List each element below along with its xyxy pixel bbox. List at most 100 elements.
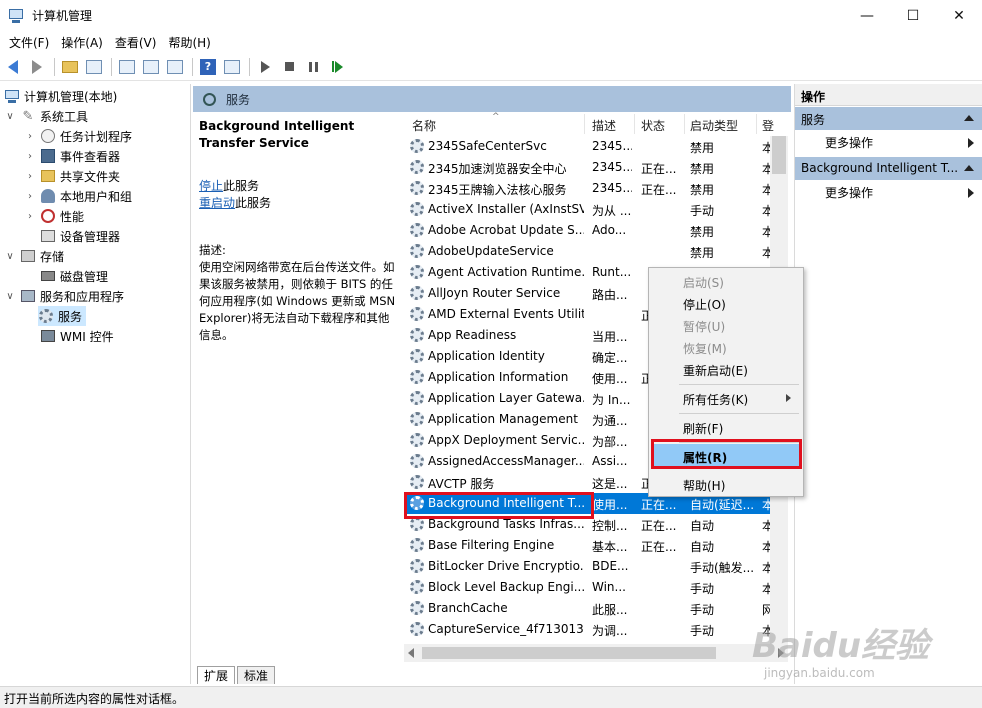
- tree-item-wmi-control[interactable]: WMI 控件: [40, 326, 114, 346]
- table-row[interactable]: AdobeUpdateService 禁用本: [404, 241, 774, 262]
- more-actions-label: 更多操作: [825, 186, 874, 200]
- export-list-button[interactable]: [164, 56, 186, 78]
- expand-chevron-icon[interactable]: ›: [24, 151, 36, 162]
- actions-pane: 操作 服务 更多操作 Background Intelligent T... 更…: [794, 84, 982, 684]
- column-divider[interactable]: [634, 114, 635, 134]
- tree-item-local-users-groups[interactable]: › 本地用户和组: [24, 186, 132, 206]
- tree-item-shared-folders[interactable]: › 共享文件夹: [24, 166, 120, 186]
- tree-item-system-tools[interactable]: ∨ ✎ 系统工具: [4, 106, 88, 126]
- menu-view[interactable]: 查看(V): [110, 32, 162, 53]
- vertical-scroll-thumb[interactable]: [772, 136, 786, 174]
- services-header: 服务: [193, 86, 791, 112]
- table-row[interactable]: Background Tasks Infras... 控制... 正在... 自动本: [404, 514, 774, 535]
- tree-item-computer-management[interactable]: 计算机管理(本地): [4, 86, 117, 106]
- column-divider[interactable]: [584, 114, 585, 134]
- table-row[interactable]: BitLocker Drive Encryptio... BDE... 手动(触发.…: [404, 556, 774, 577]
- table-row[interactable]: 2345加速浏览器安全中心 2345... 正在... 禁用本: [404, 157, 774, 178]
- more-actions-selected-service[interactable]: 更多操作: [795, 180, 982, 206]
- context-menu-refresh[interactable]: 刷新(F): [651, 416, 801, 438]
- column-header-description[interactable]: 描述: [592, 117, 616, 134]
- table-row[interactable]: CaptureService_4f713013 为调... 手动本: [404, 619, 774, 640]
- disk-icon: [40, 268, 56, 284]
- service-startup-type: 手动: [690, 582, 715, 596]
- context-menu-start[interactable]: 启动(S): [651, 270, 801, 292]
- gear-icon: [410, 433, 424, 447]
- actions-group-label: 服务: [801, 113, 826, 127]
- back-button[interactable]: [2, 56, 24, 78]
- expand-chevron-icon[interactable]: ›: [24, 171, 36, 182]
- table-row[interactable]: Base Filtering Engine 基本... 正在... 自动本: [404, 535, 774, 556]
- menu-action[interactable]: 操作(A): [56, 32, 108, 53]
- stop-service-button[interactable]: [278, 56, 300, 78]
- context-menu-resume[interactable]: 恢复(M): [651, 336, 801, 358]
- service-name: 2345SafeCenterSvc: [428, 139, 547, 153]
- service-name: Background Tasks Infras...: [428, 517, 584, 531]
- table-row[interactable]: 2345SafeCenterSvc 2345... 禁用本: [404, 136, 774, 157]
- column-header-status[interactable]: 状态: [641, 117, 665, 134]
- actions-group-services[interactable]: 服务: [795, 106, 982, 130]
- tree-item-label: 磁盘管理: [60, 269, 109, 284]
- menu-help[interactable]: 帮助(H): [163, 32, 215, 53]
- expand-chevron-icon[interactable]: ∨: [4, 111, 16, 122]
- pause-service-button[interactable]: [302, 56, 324, 78]
- help-toolbar-button[interactable]: ?: [197, 56, 219, 78]
- collapse-caret-icon[interactable]: [964, 165, 974, 171]
- tree-item-disk-management[interactable]: 磁盘管理: [40, 266, 108, 286]
- tree-item-task-scheduler[interactable]: › 任务计划程序: [24, 126, 132, 146]
- table-row[interactable]: 2345王牌输入法核心服务 2345... 正在... 禁用本: [404, 178, 774, 199]
- tab-standard[interactable]: 标准: [237, 666, 276, 684]
- show-hide-tree-button[interactable]: [83, 56, 105, 78]
- tree-item-label: 本地用户和组: [60, 189, 133, 204]
- column-header-logon[interactable]: 登: [762, 117, 774, 134]
- restart-service-link[interactable]: 重启动: [199, 196, 235, 210]
- expand-chevron-icon[interactable]: ∨: [4, 291, 16, 302]
- tree-item-services-and-applications[interactable]: ∨ 服务和应用程序: [4, 286, 124, 306]
- tree-item-event-viewer[interactable]: › 事件查看器: [24, 146, 120, 166]
- expand-chevron-icon[interactable]: ∨: [4, 251, 16, 262]
- tree-item-label: 服务和应用程序: [40, 289, 125, 304]
- tree-item-services[interactable]: 服务: [38, 306, 87, 326]
- start-service-button[interactable]: [254, 56, 276, 78]
- tab-extended[interactable]: 扩展: [197, 666, 236, 684]
- scroll-right-icon[interactable]: [778, 648, 784, 658]
- forward-button[interactable]: [26, 56, 48, 78]
- context-menu-all-tasks[interactable]: 所有任务(K): [651, 387, 801, 409]
- expand-chevron-icon[interactable]: ›: [24, 131, 36, 142]
- actions-group-selected-service[interactable]: Background Intelligent T...: [795, 156, 982, 180]
- table-row[interactable]: ActiveX Installer (AxInstSV) 为从 ... 手动本: [404, 199, 774, 220]
- tree-item-storage[interactable]: ∨ 存储: [4, 246, 64, 266]
- context-menu-stop[interactable]: 停止(O): [651, 292, 801, 314]
- collapse-caret-icon[interactable]: [964, 115, 974, 121]
- table-row[interactable]: Block Level Backup Engi... Win... 手动本: [404, 577, 774, 598]
- column-header-startup-type[interactable]: 启动类型: [690, 117, 738, 134]
- context-menu-properties[interactable]: 属性(R): [654, 444, 800, 469]
- horizontal-scroll-thumb[interactable]: [422, 647, 716, 659]
- tree-item-performance[interactable]: › 性能: [24, 206, 84, 226]
- more-actions-services[interactable]: 更多操作: [795, 130, 982, 156]
- context-menu-pause[interactable]: 暂停(U): [651, 314, 801, 336]
- tree-item-device-manager[interactable]: 设备管理器: [40, 226, 120, 246]
- close-button[interactable]: ✕: [936, 0, 982, 31]
- refresh-toolbar-button[interactable]: [140, 56, 162, 78]
- up-folder-button[interactable]: [59, 56, 81, 78]
- maximize-button[interactable]: ☐: [890, 0, 936, 31]
- column-header-name[interactable]: 名称: [412, 117, 436, 134]
- column-divider[interactable]: [684, 114, 685, 134]
- context-menu-restart[interactable]: 重新启动(E): [651, 358, 801, 380]
- expand-chevron-icon[interactable]: ›: [24, 191, 36, 202]
- folder-up-icon: [62, 60, 78, 73]
- horizontal-scrollbar[interactable]: [404, 644, 788, 662]
- menu-file[interactable]: 文件(F): [4, 32, 54, 53]
- minimize-button[interactable]: —: [844, 0, 890, 31]
- show-hide-action-pane-button[interactable]: [221, 56, 243, 78]
- gear-icon: [410, 160, 424, 174]
- column-divider[interactable]: [756, 114, 757, 134]
- stop-service-link[interactable]: 停止: [199, 179, 223, 193]
- expand-chevron-icon[interactable]: ›: [24, 211, 36, 222]
- table-row[interactable]: BranchCache 此服... 手动网: [404, 598, 774, 619]
- properties-toolbar-button[interactable]: [116, 56, 138, 78]
- table-row[interactable]: Adobe Acrobat Update S... Ado... 禁用本: [404, 220, 774, 241]
- scroll-left-icon[interactable]: [408, 648, 414, 658]
- context-menu-help[interactable]: 帮助(H): [651, 473, 801, 495]
- restart-service-button[interactable]: [326, 56, 348, 78]
